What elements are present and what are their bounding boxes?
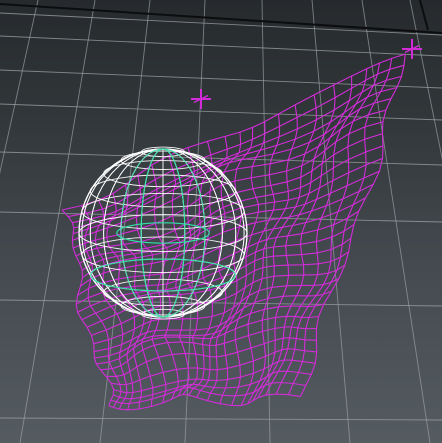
cloth-isoparm bbox=[75, 210, 360, 305]
grid-line bbox=[0, 35, 442, 57]
grid-line bbox=[0, 299, 442, 307]
cloth-isoparm bbox=[247, 94, 317, 405]
grid-axis-x bbox=[0, 3, 442, 34]
locator-1[interactable] bbox=[191, 89, 211, 109]
ground-grid bbox=[0, 0, 442, 443]
grid-line bbox=[0, 12, 442, 36]
grid-line bbox=[0, 103, 442, 121]
grid-line bbox=[0, 0, 39, 174]
grid-line bbox=[0, 417, 442, 421]
cloth-wireframe[interactable] bbox=[61, 53, 406, 411]
3d-viewport[interactable] bbox=[0, 0, 442, 443]
cloth-isoparm bbox=[94, 200, 128, 410]
grid-axis-z bbox=[419, 0, 429, 31]
cloth-isoparm bbox=[72, 109, 387, 241]
cloth-isoparm bbox=[61, 209, 115, 407]
grid-line bbox=[311, 0, 351, 443]
viewport-scene[interactable] bbox=[0, 0, 442, 443]
grid-line bbox=[19, 0, 96, 443]
